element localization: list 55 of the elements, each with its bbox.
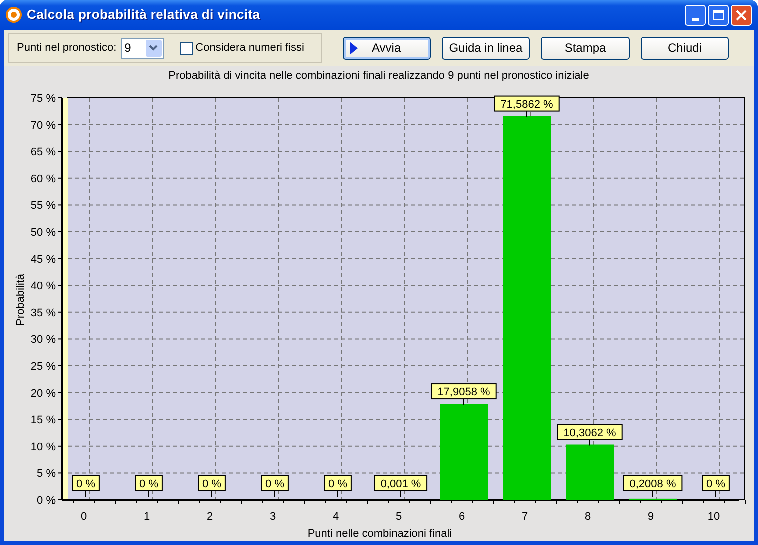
y-axis-title: Probabilità: [15, 274, 27, 326]
value-label: 0 %: [324, 476, 352, 498]
value-label: 0,2008 %: [623, 476, 683, 498]
button[interactable]: Guida in linea: [442, 36, 530, 60]
value-label: 0 %: [72, 476, 100, 498]
window-title: Calcola probabilità relativa di vincita: [27, 6, 260, 24]
value-label: 0 %: [702, 476, 730, 498]
y-tick-label: 65 %: [30, 146, 56, 159]
x-axis-title: Punti nelle combinazioni finali: [308, 528, 452, 540]
points-combobox[interactable]: 9: [120, 38, 164, 58]
y-tick-label: 30 %: [30, 334, 56, 346]
maximize-button[interactable]: [708, 4, 729, 26]
y-tick-label: 60 %: [30, 173, 56, 186]
button[interactable]: Avvia: [343, 36, 431, 60]
y-tick-label: 20 %: [30, 388, 56, 400]
button[interactable]: Chiudi: [641, 36, 729, 60]
dropdown-icon: [146, 40, 162, 56]
play-icon: [350, 42, 358, 54]
y-tick-label: 35 %: [30, 307, 56, 320]
x-tick-label: 5: [396, 511, 402, 523]
minimize-button[interactable]: [685, 4, 706, 26]
value-label: 10,3062 %: [557, 424, 623, 446]
x-tick-label: 4: [332, 511, 340, 523]
x-tick-label: 9: [648, 511, 654, 523]
x-tick-label: 0: [80, 511, 88, 523]
close-icon: [736, 10, 747, 20]
x-tick-label: 2: [206, 511, 214, 523]
y-tick-label: 5 %: [37, 468, 56, 480]
y-tick-label: 50 %: [30, 227, 56, 239]
value-label: 17,9058 %: [431, 384, 497, 406]
x-tick-label: 6: [458, 511, 466, 523]
value-label: 71,5862 %: [494, 96, 560, 118]
y-tick-label: 45 %: [30, 254, 56, 266]
x-tick-label: 10: [708, 511, 720, 523]
value-label: 0 %: [135, 476, 163, 498]
value-label: 0 %: [198, 476, 226, 498]
app-icon: [6, 7, 22, 23]
x-tick-label: 7: [522, 511, 528, 523]
chart-title: Probabilità di vincita nelle combinazioni finali realizzando 9 punti nel pronostico iniziale: [168, 70, 590, 82]
points-label: Punti nel pronostico:: [17, 40, 117, 56]
y-tick-label: 15 %: [30, 414, 56, 427]
y-tick-label: 10 %: [30, 441, 56, 454]
button[interactable]: Stampa: [541, 36, 630, 60]
value-label: 0,001 %: [374, 476, 428, 498]
x-tick-label: 3: [270, 511, 276, 523]
y-tick-label: 55 %: [30, 200, 56, 212]
y-tick-label: 75 %: [30, 93, 56, 105]
value-label: 0 %: [261, 476, 289, 498]
y-tick-label: 70 %: [30, 120, 56, 132]
x-tick-label: 8: [584, 511, 592, 523]
close-button[interactable]: [731, 4, 752, 26]
y-tick-label: 25 %: [30, 361, 56, 373]
fixed-numbers-checkbox[interactable]: Considera numeri fissi: [180, 40, 304, 56]
y-tick-label: 40 %: [30, 280, 56, 293]
x-tick-label: 1: [144, 511, 150, 523]
